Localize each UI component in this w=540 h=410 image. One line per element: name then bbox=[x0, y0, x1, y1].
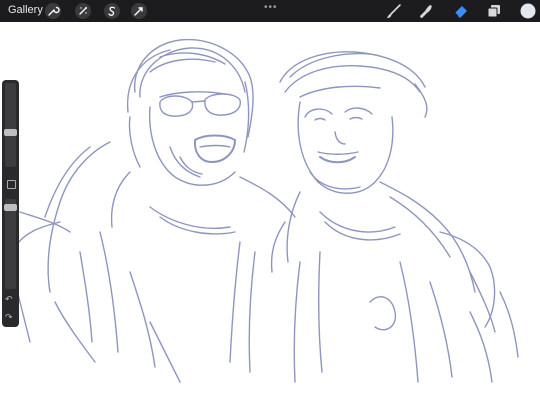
gallery-button[interactable]: Gallery bbox=[8, 4, 43, 16]
redo-button[interactable]: ↷ bbox=[5, 312, 13, 323]
brush-size-slider[interactable] bbox=[5, 83, 16, 167]
opacity-thumb[interactable] bbox=[4, 204, 17, 211]
color-icon[interactable] bbox=[519, 2, 537, 20]
drawing-canvas[interactable]: ↶ ↷ bbox=[0, 22, 540, 405]
undo-button[interactable]: ↶ bbox=[5, 294, 13, 305]
transform-icon[interactable] bbox=[131, 3, 147, 19]
wrench-icon[interactable] bbox=[45, 3, 61, 19]
more-icon[interactable]: ••• bbox=[264, 2, 278, 13]
selection-icon[interactable] bbox=[104, 3, 120, 19]
layers-icon[interactable] bbox=[485, 2, 503, 20]
top-toolbar: Gallery ••• bbox=[0, 0, 540, 22]
opacity-slider[interactable] bbox=[5, 199, 16, 289]
brush-icon[interactable] bbox=[385, 2, 403, 20]
smudge-icon[interactable] bbox=[418, 2, 436, 20]
brush-sidebar: ↶ ↷ bbox=[2, 80, 19, 327]
eraser-icon[interactable] bbox=[452, 2, 470, 20]
brush-size-thumb[interactable] bbox=[4, 129, 17, 136]
modify-button[interactable] bbox=[7, 180, 16, 189]
sketch-drawing bbox=[14, 38, 519, 383]
magic-wand-icon[interactable] bbox=[75, 3, 91, 19]
